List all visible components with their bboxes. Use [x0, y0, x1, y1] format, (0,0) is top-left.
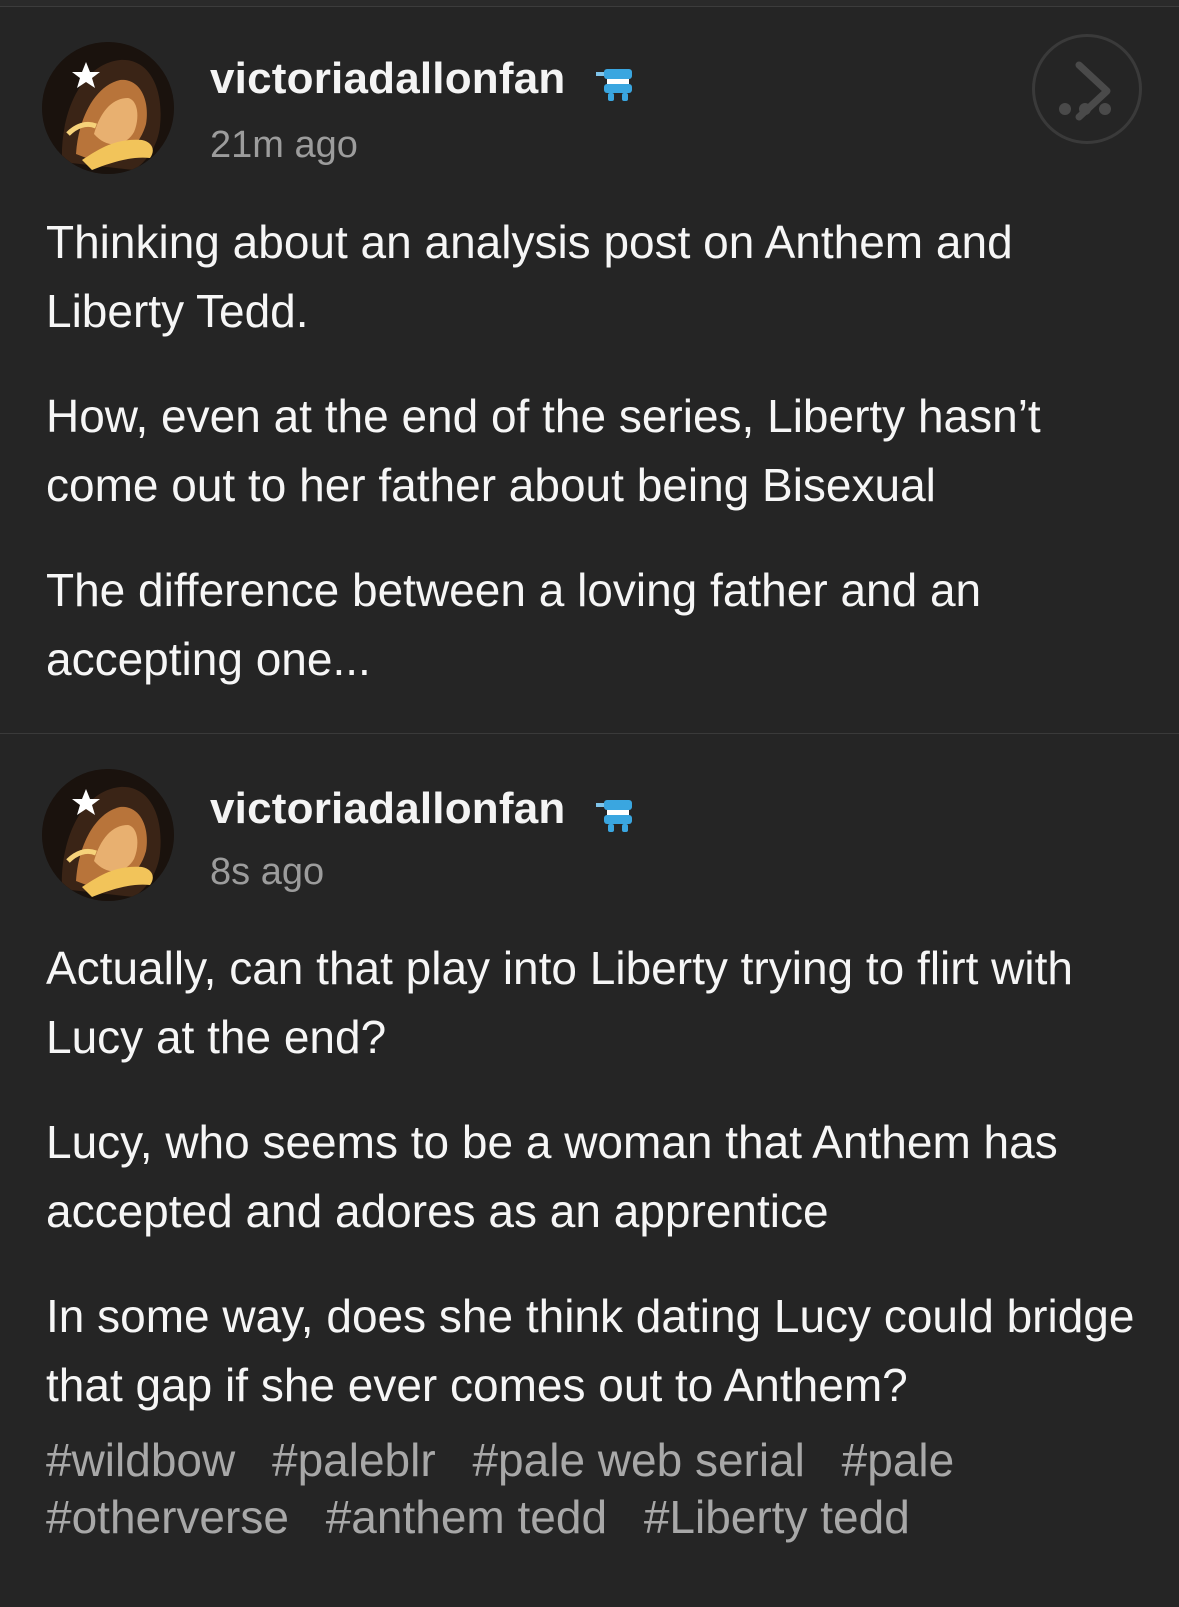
- post-paragraph: Actually, can that play into Liberty try…: [46, 942, 1073, 1063]
- post-body: Actually, can that play into Liberty try…: [46, 934, 1156, 1456]
- hooded-figure-avatar-icon: [42, 42, 174, 174]
- post-paragraph: Lucy, who seems to be a woman that Anthe…: [46, 1116, 1058, 1237]
- post-paragraph: In some way, does she think dating Lucy …: [46, 1290, 1135, 1411]
- tag-otherverse[interactable]: #otherverse: [46, 1491, 289, 1543]
- wind-up-teeth-badge-icon: [596, 794, 638, 836]
- tag-liberty-tedd[interactable]: #Liberty tedd: [644, 1491, 910, 1543]
- post-paragraph: How, even at the end of the series, Libe…: [46, 390, 1041, 511]
- share-button[interactable]: [1032, 34, 1142, 144]
- tag-list: #wildbow #paleblr #pale web serial #pale…: [46, 1432, 1156, 1546]
- post-timestamp: 21m ago: [210, 124, 358, 166]
- tag-pale-web-serial[interactable]: #pale web serial: [472, 1434, 804, 1486]
- tag-paleblr[interactable]: #paleblr: [272, 1434, 436, 1486]
- share-arrow-icon: [1059, 61, 1111, 121]
- avatar[interactable]: [42, 769, 174, 901]
- post-2: victoriadallonfan 8s ago Actually, can t…: [0, 733, 1179, 1607]
- post-body: Thinking about an analysis post on Anthe…: [46, 208, 1156, 730]
- avatar[interactable]: [42, 42, 174, 174]
- tag-wildbow[interactable]: #wildbow: [46, 1434, 235, 1486]
- username[interactable]: victoriadallonfan: [210, 54, 565, 104]
- wind-up-teeth-badge-icon: [596, 63, 638, 105]
- hooded-figure-avatar-icon: [42, 769, 174, 901]
- tag-pale[interactable]: #pale: [842, 1434, 955, 1486]
- tag-anthem-tedd[interactable]: #anthem tedd: [326, 1491, 607, 1543]
- post-paragraph: Thinking about an analysis post on Anthe…: [46, 216, 1013, 337]
- post-1: victoriadallonfan 21m ago Thinking about…: [0, 6, 1179, 732]
- post-timestamp: 8s ago: [210, 851, 325, 893]
- post-paragraph: The difference between a loving father a…: [46, 564, 982, 685]
- username[interactable]: victoriadallonfan: [210, 784, 565, 834]
